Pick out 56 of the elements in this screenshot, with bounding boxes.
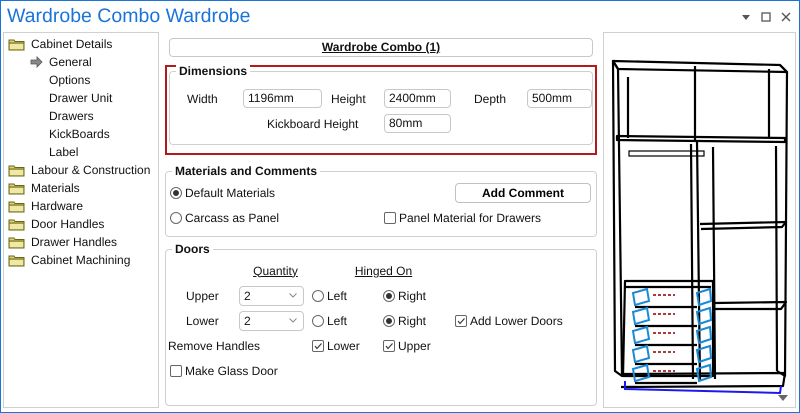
row-label: Upper bbox=[185, 288, 220, 304]
folder-icon bbox=[8, 198, 26, 214]
folder-icon bbox=[8, 36, 26, 52]
radio-option[interactable]: Right bbox=[383, 312, 455, 330]
tree-item[interactable]: Door Handles bbox=[30, 215, 106, 233]
caret-icon bbox=[289, 318, 297, 323]
tree-item[interactable]: KickBoards bbox=[48, 125, 111, 143]
quantity-dropdown[interactable]: 2 bbox=[239, 310, 304, 330]
input-field[interactable]: 2400mm bbox=[384, 89, 451, 108]
field-label: Kickboard Height bbox=[267, 116, 360, 132]
input-field[interactable]: 500mm bbox=[527, 89, 592, 108]
checkbox-option[interactable]: Upper bbox=[383, 336, 455, 354]
radio-option[interactable]: Carcass as Panel bbox=[170, 208, 384, 226]
folder-icon bbox=[8, 180, 26, 196]
radio-option[interactable]: Right bbox=[383, 286, 455, 304]
caret-icon bbox=[289, 293, 297, 298]
field-label: Height bbox=[331, 90, 367, 108]
radio-option[interactable]: Left bbox=[312, 286, 383, 304]
folder-icon bbox=[8, 216, 26, 232]
close-icon[interactable] bbox=[781, 12, 791, 22]
field-label: Depth bbox=[474, 90, 508, 108]
checkbox-option[interactable]: Panel Material for Drawers bbox=[384, 208, 542, 226]
row-label: Remove Handles bbox=[168, 338, 262, 354]
checkbox-option[interactable]: Make Glass Door bbox=[170, 362, 383, 380]
add-comment-button[interactable]: Add Comment bbox=[455, 182, 591, 202]
tree-item[interactable]: Drawer Unit bbox=[48, 89, 114, 107]
checkmark-icon bbox=[456, 316, 466, 326]
input-field[interactable]: 1196mm bbox=[243, 89, 322, 108]
radio-option[interactable]: Left bbox=[312, 312, 383, 330]
tree-item[interactable]: Drawers bbox=[48, 107, 95, 125]
folder-icon bbox=[8, 162, 26, 178]
tree-item[interactable]: Hardware bbox=[30, 197, 84, 215]
radio-option[interactable]: Default Materials bbox=[170, 184, 455, 202]
window-title: Wardrobe Combo Wardrobe bbox=[7, 6, 250, 26]
quantity-dropdown[interactable]: 2 bbox=[239, 286, 304, 306]
cabinet-name-header: Wardrobe Combo (1) bbox=[169, 38, 593, 57]
checkbox-option[interactable]: Add Lower Doors bbox=[455, 312, 596, 330]
field-label: Width bbox=[187, 90, 219, 108]
input-field[interactable]: 80mm bbox=[384, 114, 451, 133]
row-label: Lower bbox=[185, 312, 220, 330]
checkmark-icon bbox=[313, 340, 323, 350]
tree-item[interactable]: Label bbox=[48, 143, 80, 161]
tree-item[interactable]: Materials bbox=[30, 179, 81, 197]
tree-item[interactable]: Labour & Construction bbox=[30, 161, 152, 179]
column-heading: Quantity bbox=[252, 262, 299, 280]
column-heading: Hinged On bbox=[354, 262, 414, 280]
checkmark-icon bbox=[384, 340, 394, 350]
checkbox-option[interactable]: Lower bbox=[312, 336, 383, 354]
folder-icon bbox=[8, 252, 26, 268]
tree-item[interactable]: Cabinet Details bbox=[30, 35, 114, 53]
scroll-down-icon[interactable] bbox=[778, 395, 788, 402]
maximize-icon[interactable] bbox=[761, 12, 771, 22]
tree-item[interactable]: Cabinet Machining bbox=[30, 251, 132, 269]
tree-item[interactable]: Drawer Handles bbox=[30, 233, 118, 251]
tree-item[interactable]: Options bbox=[48, 71, 92, 89]
folder-icon bbox=[8, 234, 26, 250]
